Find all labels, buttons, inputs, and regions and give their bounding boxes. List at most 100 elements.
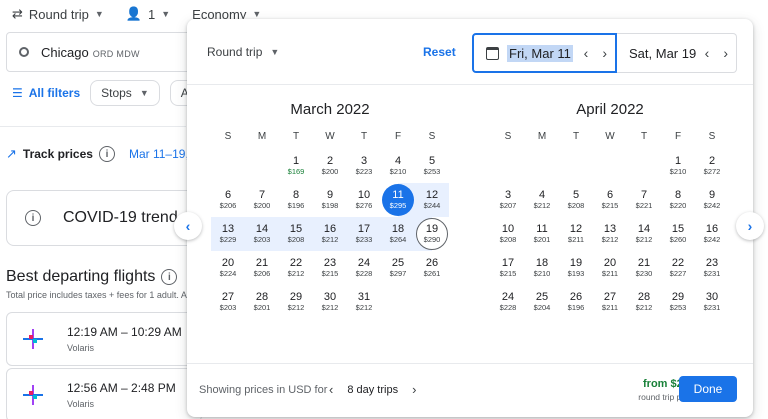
calendar-day[interactable]: 21 $230: [627, 251, 661, 285]
chevron-right-icon[interactable]: ›: [602, 45, 607, 61]
info-icon[interactable]: i: [161, 269, 178, 285]
calendar-day[interactable]: 27 $203: [211, 285, 245, 319]
day-price: $228: [355, 269, 373, 278]
reset-button[interactable]: Reset: [423, 45, 456, 59]
calendar-day[interactable]: 1 $169: [279, 149, 313, 183]
flight-airline: Volaris: [67, 343, 95, 353]
calendar-day[interactable]: 22 $212: [279, 251, 313, 285]
calendar-day[interactable]: 12 $211: [559, 217, 593, 251]
calendar-day[interactable]: 4 $210: [381, 149, 415, 183]
day-number: 6: [224, 189, 232, 201]
chevron-left-icon[interactable]: ‹: [705, 45, 710, 61]
calendar-week: 13 $229 14 $203 15 $208 16 $212 17 $233 18 $264 19 $2…: [211, 217, 449, 251]
calendar-day[interactable]: 28 $201: [245, 285, 279, 319]
calendar-day[interactable]: 25 $297: [381, 251, 415, 285]
calendar-day[interactable]: 23 $215: [313, 251, 347, 285]
calendar-day[interactable]: 2 $200: [313, 149, 347, 183]
calendar-day[interactable]: 24 $228: [347, 251, 381, 285]
chevron-right-icon[interactable]: ›: [723, 45, 728, 61]
calendar-day[interactable]: 15 $208: [279, 217, 313, 251]
calendar-day[interactable]: 28 $212: [627, 285, 661, 319]
return-date-field[interactable]: Sat, Mar 19 ‹ ›: [617, 33, 737, 73]
day-price: $200: [321, 167, 339, 176]
calendar-day[interactable]: 12 $244: [415, 183, 449, 217]
passengers-select[interactable]: 👤 1 ▼: [126, 6, 170, 22]
done-button[interactable]: Done: [679, 376, 737, 402]
calendar-day[interactable]: 5 $253: [415, 149, 449, 183]
calendar-day[interactable]: 16 $212: [313, 217, 347, 251]
calendar-day[interactable]: 14 $203: [245, 217, 279, 251]
calendar-day[interactable]: 6 $215: [593, 183, 627, 217]
calendar-day[interactable]: 29 $212: [279, 285, 313, 319]
calendar-day[interactable]: 3 $207: [491, 183, 525, 217]
day-price: $212: [321, 303, 339, 312]
day-price: $201: [533, 235, 551, 244]
picker-trip-type-select[interactable]: Round trip ▼: [207, 45, 279, 59]
calendar-day[interactable]: 7 $200: [245, 183, 279, 217]
calendar-day[interactable]: 18 $264: [381, 217, 415, 251]
calendar-day[interactable]: 7 $221: [627, 183, 661, 217]
calendar-day[interactable]: 21 $206: [245, 251, 279, 285]
calendar-day[interactable]: 18 $210: [525, 251, 559, 285]
calendar-day[interactable]: 25 $204: [525, 285, 559, 319]
weekday-label: T: [572, 131, 580, 142]
calendar-day[interactable]: 20 $224: [211, 251, 245, 285]
calendar-day[interactable]: 14 $212: [627, 217, 661, 251]
calendar-day[interactable]: 9 $242: [695, 183, 729, 217]
calendar-day[interactable]: 29 $253: [661, 285, 695, 319]
day-price: $211: [567, 235, 585, 244]
calendar-day[interactable]: 20 $211: [593, 251, 627, 285]
stops-filter[interactable]: Stops ▼: [90, 80, 160, 106]
calendar-day[interactable]: 8 $196: [279, 183, 313, 217]
chevron-left-icon[interactable]: ‹: [329, 382, 333, 397]
calendar-day[interactable]: 27 $211: [593, 285, 627, 319]
calendar-day[interactable]: 17 $233: [347, 217, 381, 251]
calendar-day[interactable]: 15 $260: [661, 217, 695, 251]
calendar-day[interactable]: 11 $295: [381, 183, 415, 217]
return-date-stepper: ‹ ›: [705, 45, 728, 61]
calendar-day[interactable]: 10 $276: [347, 183, 381, 217]
next-month-button[interactable]: ›: [736, 212, 764, 240]
day-number: 25: [391, 257, 405, 269]
calendar-day[interactable]: 26 $261: [415, 251, 449, 285]
day-number: 15: [289, 223, 303, 235]
calendar-day[interactable]: 9 $198: [313, 183, 347, 217]
previous-month-button[interactable]: ‹: [174, 212, 202, 240]
calendar-day[interactable]: 5 $208: [559, 183, 593, 217]
flight-result[interactable]: 12:56 AM – 2:48 PM Volaris: [6, 368, 202, 419]
chevron-right-icon[interactable]: ›: [412, 382, 416, 397]
info-icon[interactable]: i: [98, 146, 115, 162]
calendar-day[interactable]: 31 $212: [347, 285, 381, 319]
all-filters-button[interactable]: ☰ All filters: [12, 86, 80, 100]
calendar-day[interactable]: 26 $196: [559, 285, 593, 319]
day-price: $198: [321, 201, 339, 210]
weekday-label: S: [504, 131, 512, 142]
departure-date-field[interactable]: Fri, Mar 11 ‹ ›: [472, 33, 617, 73]
calendar-day[interactable]: 24 $228: [491, 285, 525, 319]
calendar-day[interactable]: 30 $231: [695, 285, 729, 319]
chevron-left-icon[interactable]: ‹: [584, 45, 589, 61]
calendar-day[interactable]: 4 $212: [525, 183, 559, 217]
calendar-day[interactable]: 13 $229: [211, 217, 245, 251]
calendar-day[interactable]: 10 $208: [491, 217, 525, 251]
calendar-day[interactable]: 3 $223: [347, 149, 381, 183]
calendar-day[interactable]: 30 $212: [313, 285, 347, 319]
calendar-day[interactable]: 1 $210: [661, 149, 695, 183]
calendar-day[interactable]: 11 $201: [525, 217, 559, 251]
day-price: $221: [635, 201, 653, 210]
calendar-day[interactable]: 19 $193: [559, 251, 593, 285]
trip-type-select[interactable]: ⇄ Round trip ▼: [12, 6, 104, 22]
calendar-day[interactable]: 2 $272: [695, 149, 729, 183]
calendar-day[interactable]: 23 $231: [695, 251, 729, 285]
calendar-day[interactable]: 22 $227: [661, 251, 695, 285]
calendar-day[interactable]: 8 $220: [661, 183, 695, 217]
caret-down-icon: ▼: [94, 9, 104, 19]
calendar-day[interactable]: 16 $242: [695, 217, 729, 251]
calendar-day[interactable]: 6 $206: [211, 183, 245, 217]
calendar-day[interactable]: 19 $290: [415, 217, 449, 251]
calendar-day[interactable]: 17 $215: [491, 251, 525, 285]
flight-result[interactable]: 12:19 AM – 10:29 AM Volaris: [6, 312, 202, 366]
trip-length-value: 8 day trips: [347, 383, 399, 396]
calendar-day[interactable]: 13 $212: [593, 217, 627, 251]
weekday-label: F: [674, 131, 682, 142]
